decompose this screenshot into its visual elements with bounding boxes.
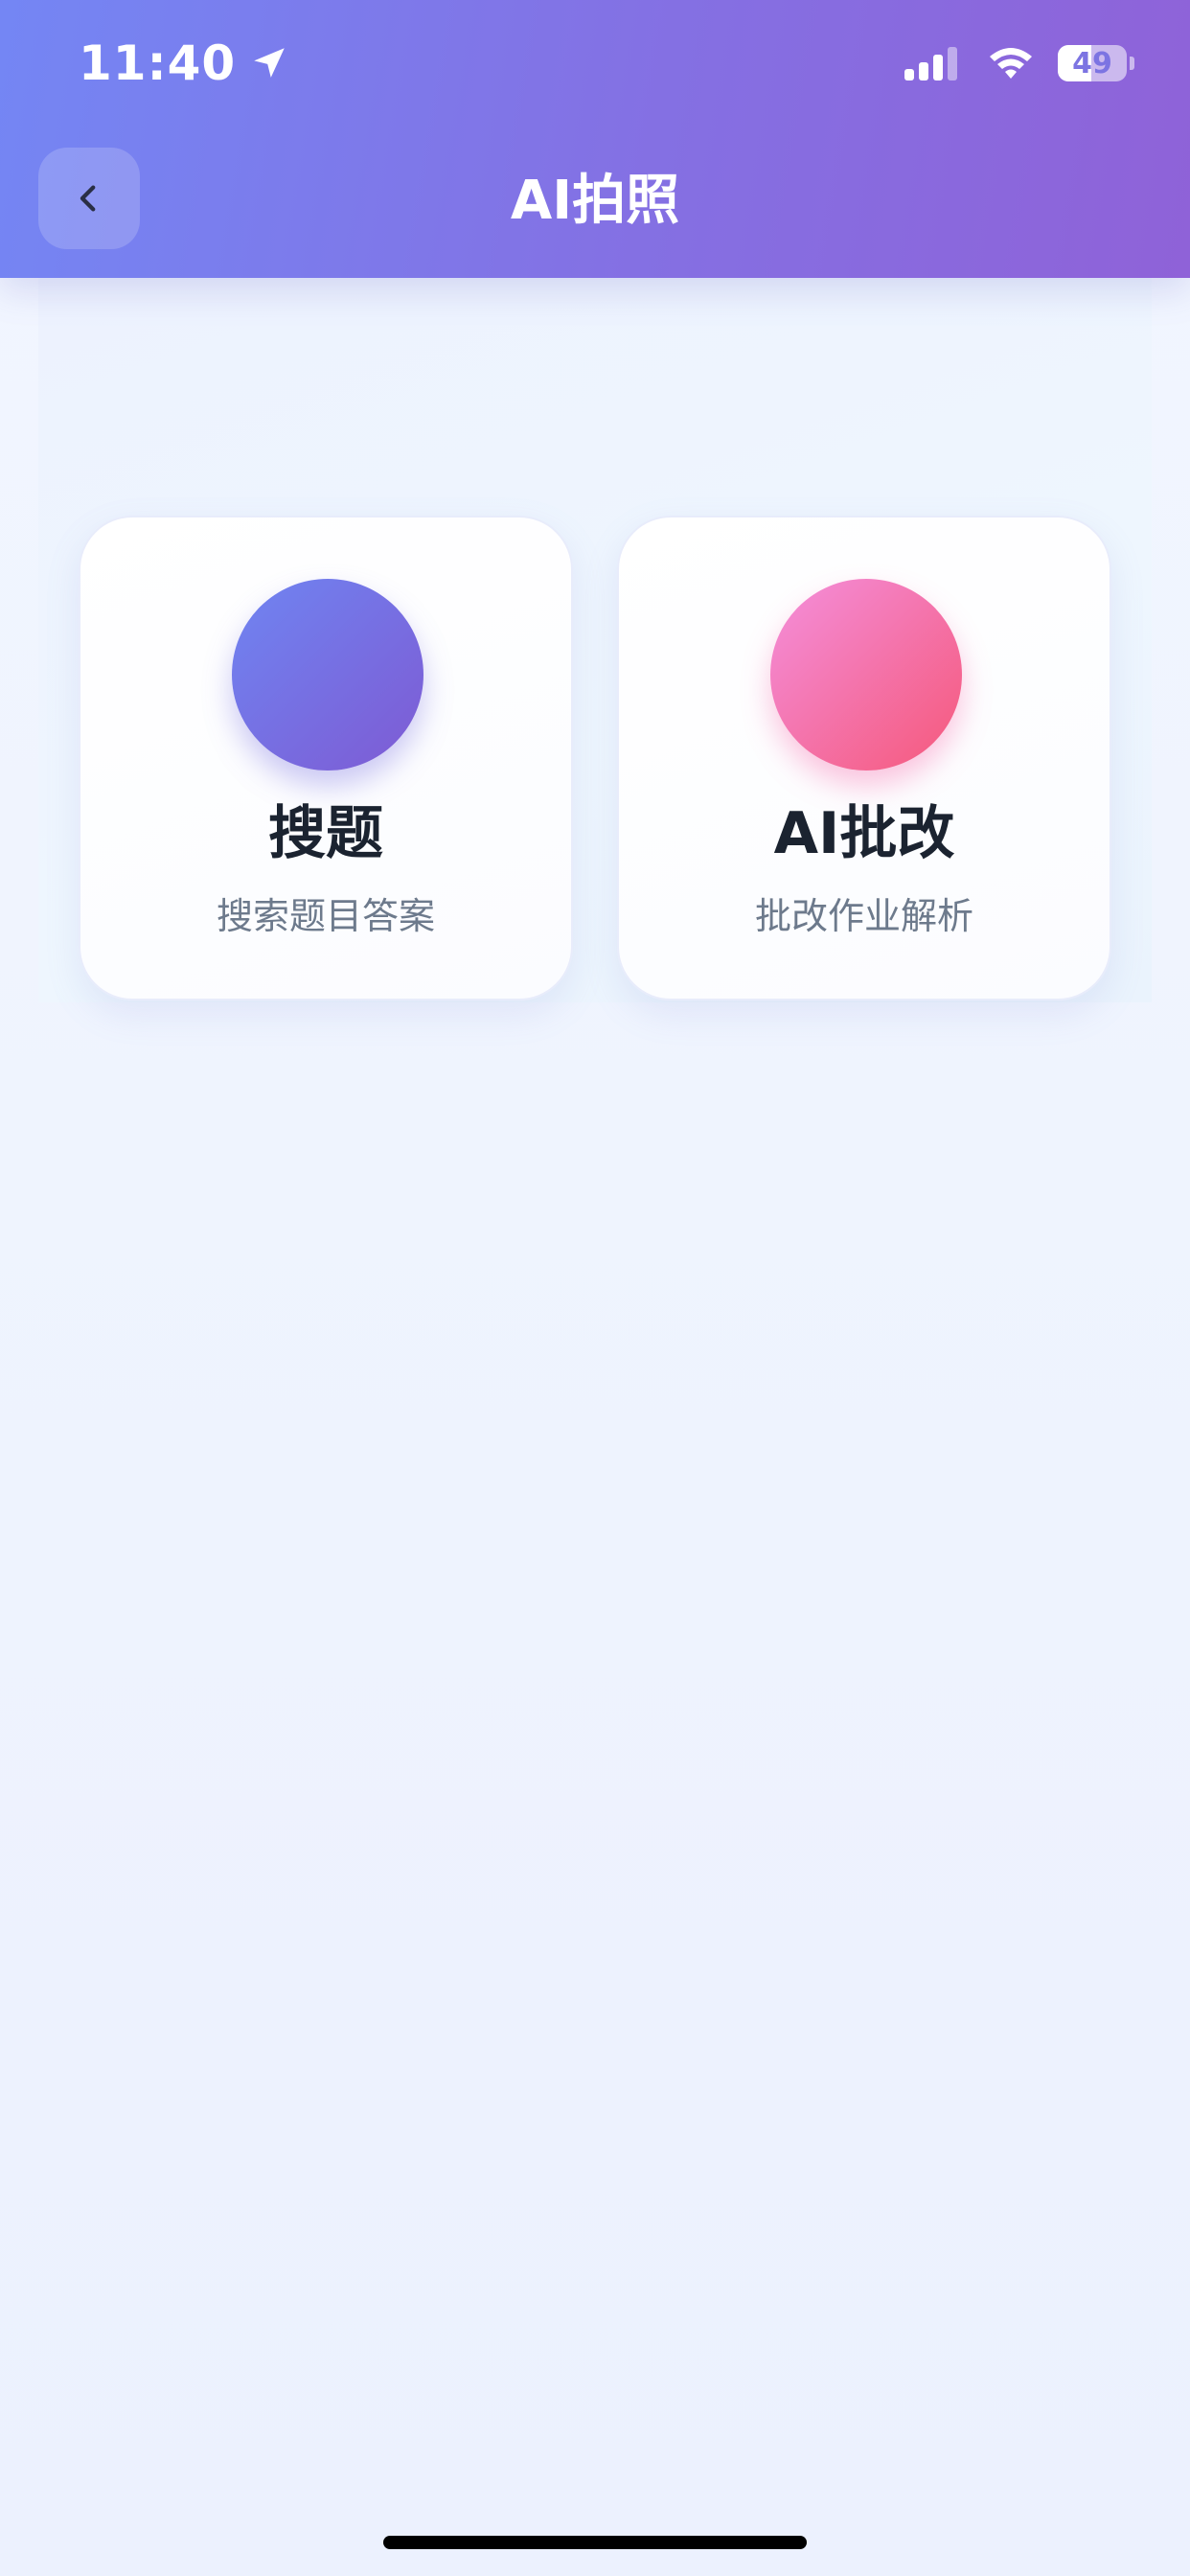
- home-indicator: [383, 2536, 807, 2549]
- battery-indicator: 49: [1058, 45, 1127, 81]
- battery-tip: [1130, 57, 1134, 70]
- app-header: 11:40 49 AI拍照: [0, 0, 1190, 278]
- location-arrow-icon: [254, 48, 285, 78]
- status-indicators: 49: [904, 40, 1134, 86]
- status-bar-time: 11:40: [79, 33, 289, 94]
- card-title: AI批改: [773, 800, 955, 867]
- page-title: AI拍照: [510, 170, 680, 232]
- grading-icon-circle: [770, 579, 962, 770]
- card-title: 搜题: [268, 800, 383, 867]
- battery-percent: 49: [1072, 46, 1112, 80]
- wifi-icon: [990, 48, 1032, 79]
- card-subtitle: 搜索题目答案: [216, 895, 435, 937]
- ai-grading-card[interactable]: AI批改 批改作业解析: [617, 516, 1111, 1000]
- search-question-card[interactable]: 搜题 搜索题目答案: [79, 516, 573, 1000]
- card-subtitle: 批改作业解析: [754, 895, 973, 937]
- search-icon-circle: [232, 579, 423, 770]
- status-time-text: 11:40: [79, 35, 237, 91]
- cellular-signal-icon: [904, 46, 962, 80]
